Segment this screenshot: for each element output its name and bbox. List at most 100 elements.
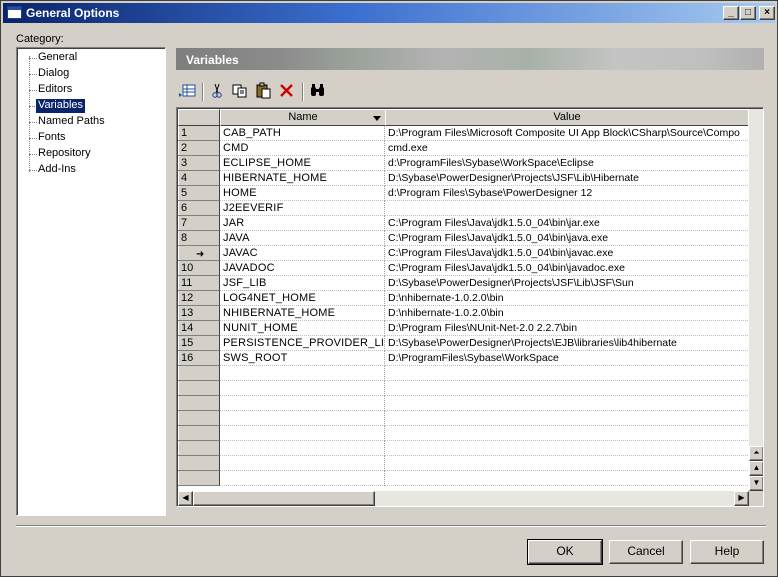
variable-value-cell[interactable]: D:\nhibernate-1.0.2.0\bin [385,291,748,306]
variable-name-cell[interactable] [220,381,385,396]
table-row[interactable]: 10 JAVADOC C:\Program Files\Java\jdk1.5.0_… [178,261,748,276]
row-number[interactable]: 5 [178,186,220,201]
close-button[interactable]: × [759,6,775,20]
scroll-thumb[interactable] [193,491,375,506]
table-row[interactable]: 5 HOME d:\Program Files\Sybase\PowerDesign… [178,186,748,201]
row-number[interactable]: ➜ [178,246,220,261]
variables-grid[interactable]: Name Value 1 CAB_PATH D:\Program Files\Mic… [176,107,764,507]
table-row[interactable]: 16 SWS_ROOT D:\ProgramFiles\Sybase\WorkSpa… [178,351,748,366]
table-row[interactable]: 7 JAR C:\Program Files\Java\jdk1.5.0_04\bi… [178,216,748,231]
variable-name-cell[interactable]: JAVA [220,231,385,246]
cancel-button[interactable]: Cancel [609,540,683,564]
variable-value-cell[interactable]: D:\Program Files\Microsoft Composite UI … [385,126,748,141]
variable-value-cell[interactable]: D:\Sybase\PowerDesigner\Projects\JSF\Lib… [385,276,748,291]
table-row[interactable]: 15 PERSISTENCE_PROVIDER_LIB D:\Sybase\Powe… [178,336,748,351]
variable-value-cell[interactable] [385,441,748,456]
add-rows-icon[interactable] [177,81,197,101]
variable-value-cell[interactable]: C:\Program Files\Java\jdk1.5.0_04\bin\ja… [385,246,748,261]
variable-value-cell[interactable] [385,396,748,411]
row-number[interactable] [178,411,220,426]
row-number[interactable]: 2 [178,141,220,156]
scroll-down-button[interactable]: ▼ [749,476,763,491]
variable-name-cell[interactable]: HOME [220,186,385,201]
paste-icon[interactable] [254,81,274,101]
variable-value-cell[interactable] [385,366,748,381]
row-number[interactable]: 14 [178,321,220,336]
table-row[interactable] [178,396,748,411]
variable-name-cell[interactable]: PERSISTENCE_PROVIDER_LIB [220,336,385,351]
variable-value-cell[interactable]: C:\Program Files\Java\jdk1.5.0_04\bin\ja… [385,261,748,276]
variable-value-cell[interactable]: C:\Program Files\Java\jdk1.5.0_04\bin\ja… [385,231,748,246]
variable-value-cell[interactable] [385,381,748,396]
variable-name-cell[interactable] [220,411,385,426]
scroll-top-button[interactable]: ⏶ [749,446,763,461]
dropdown-arrow-icon[interactable] [373,116,381,121]
variable-name-cell[interactable]: NHIBERNATE_HOME [220,306,385,321]
tree-item-fonts[interactable]: Fonts [36,131,68,145]
scroll-up-button[interactable]: ▲ [749,461,763,476]
ok-button[interactable]: OK [527,539,603,565]
variable-name-cell[interactable] [220,441,385,456]
row-number[interactable]: 16 [178,351,220,366]
scroll-left-button[interactable]: ◀ [178,491,193,506]
tree-item-named-paths[interactable]: Named Paths [36,115,107,129]
variable-value-cell[interactable]: d:\Program Files\Sybase\PowerDesigner 12 [385,186,748,201]
variable-name-cell[interactable]: LOG4NET_HOME [220,291,385,306]
scroll-right-button[interactable]: ▶ [734,491,749,506]
tree-item-editors[interactable]: Editors [36,83,74,97]
row-number[interactable] [178,426,220,441]
variable-value-cell[interactable]: C:\Program Files\Java\jdk1.5.0_04\bin\ja… [385,216,748,231]
tree-item-general[interactable]: General [36,51,79,65]
variable-name-cell[interactable]: J2EEVERIF [220,201,385,216]
row-number[interactable] [178,471,220,486]
copy-icon[interactable] [230,81,250,101]
variable-name-cell[interactable]: SWS_ROOT [220,351,385,366]
table-row[interactable] [178,441,748,456]
variable-name-cell[interactable]: JAVADOC [220,261,385,276]
delete-icon[interactable] [277,81,297,101]
table-row[interactable] [178,426,748,441]
variable-value-cell[interactable]: D:\Program Files\NUnit-Net-2.0 2.2.7\bin [385,321,748,336]
table-row[interactable] [178,366,748,381]
table-row[interactable]: 3 ECLIPSE_HOME d:\ProgramFiles\Sybase\Work… [178,156,748,171]
variable-value-cell[interactable]: D:\Sybase\PowerDesigner\Projects\JSF\Lib… [385,171,748,186]
row-number[interactable]: 6 [178,201,220,216]
variable-value-cell[interactable] [385,411,748,426]
variable-name-cell[interactable]: JAVAC [220,246,385,261]
table-row[interactable]: 6 J2EEVERIF [178,201,748,216]
table-row[interactable] [178,411,748,426]
row-number[interactable] [178,456,220,471]
horizontal-scrollbar[interactable]: ◀ ▶ [178,491,749,506]
name-column-header[interactable]: Name [220,109,386,126]
minimize-button[interactable]: _ [723,6,739,20]
tree-item-variables[interactable]: Variables [36,99,86,113]
row-number[interactable] [178,441,220,456]
row-number[interactable] [178,366,220,381]
tree-item-repository[interactable]: Repository [36,147,93,161]
tree-item-dialog[interactable]: Dialog [36,67,71,81]
cut-icon[interactable] [207,81,227,101]
row-number[interactable]: 12 [178,291,220,306]
title-bar[interactable]: General Options _ □ × [3,3,775,23]
variable-value-cell[interactable] [385,426,748,441]
table-row[interactable]: ➜ JAVAC C:\Program Files\Java\jdk1.5.0_04\… [178,246,748,261]
variable-value-cell[interactable] [385,456,748,471]
variable-name-cell[interactable]: JSF_LIB [220,276,385,291]
vertical-scrollbar[interactable]: ⏶ ▲ ▼ [749,109,763,491]
row-number[interactable]: 13 [178,306,220,321]
variable-value-cell[interactable] [385,201,748,216]
variable-name-cell[interactable] [220,471,385,486]
table-row[interactable]: 13 NHIBERNATE_HOME D:\nhibernate-1.0.2.0\b… [178,306,748,321]
row-number[interactable]: 11 [178,276,220,291]
row-number[interactable] [178,381,220,396]
variable-name-cell[interactable]: NUNIT_HOME [220,321,385,336]
row-number[interactable]: 4 [178,171,220,186]
variable-value-cell[interactable]: D:\ProgramFiles\Sybase\WorkSpace [385,351,748,366]
variable-name-cell[interactable] [220,456,385,471]
table-row[interactable] [178,456,748,471]
tree-item-add-ins[interactable]: Add-Ins [36,163,78,177]
row-number[interactable]: 8 [178,231,220,246]
variable-value-cell[interactable]: d:\ProgramFiles\Sybase\WorkSpace\Eclipse [385,156,748,171]
row-number[interactable]: 10 [178,261,220,276]
variable-value-cell[interactable] [385,471,748,486]
